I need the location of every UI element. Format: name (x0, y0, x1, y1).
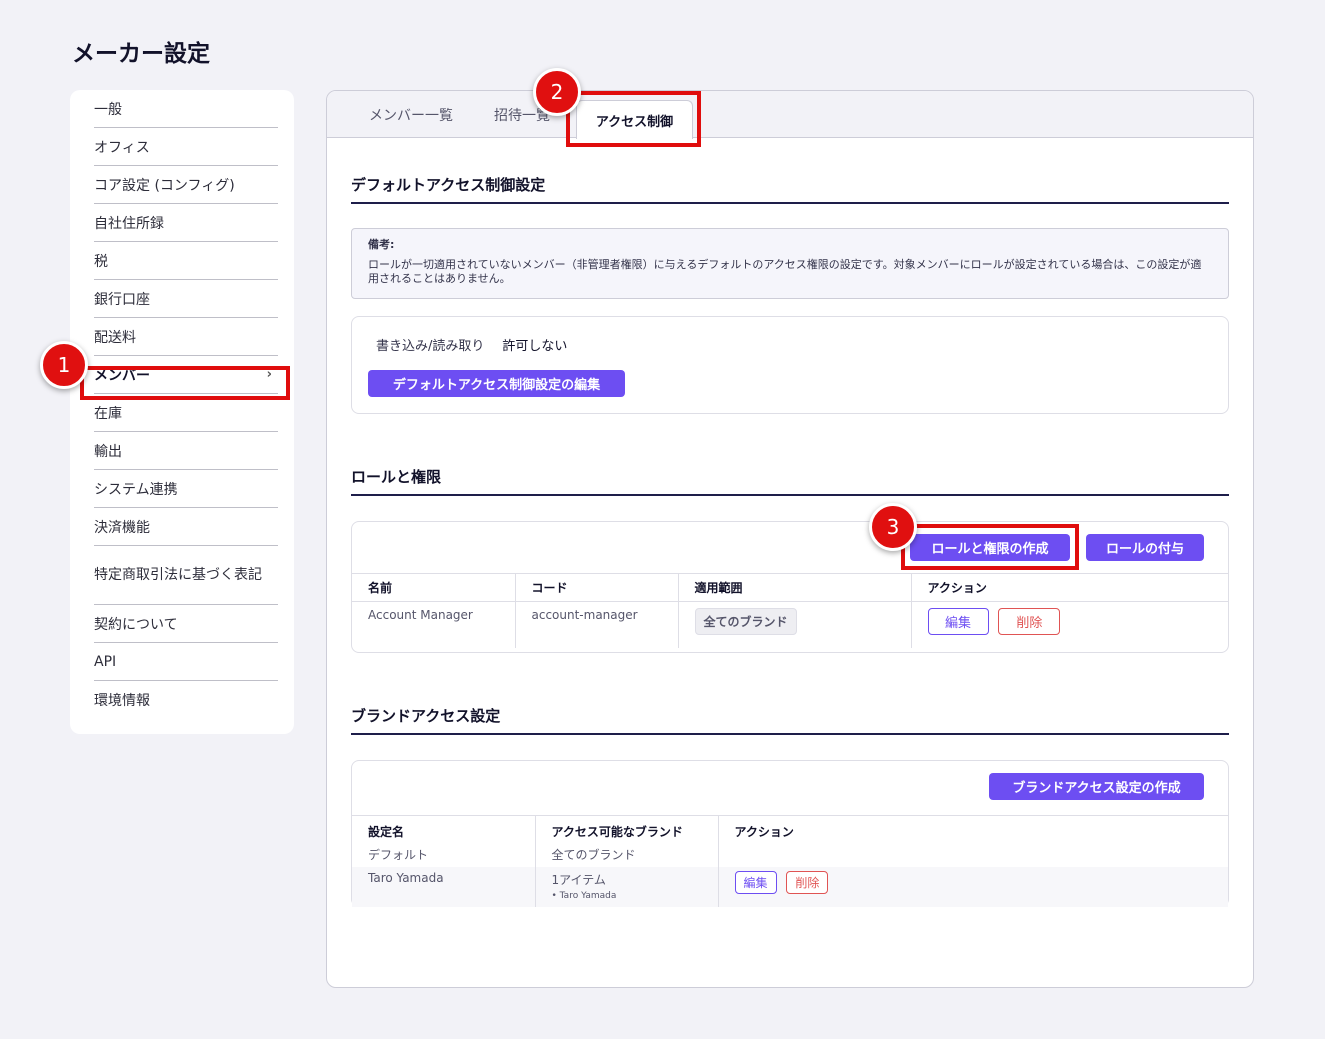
table-row: Taro Yamada 1アイテム • Taro Yamada 編集 削除 (352, 866, 1228, 907)
default-access-card: 書き込み/読み取り 許可しない デフォルトアクセス制御設定の編集 (351, 316, 1229, 414)
role-name: Account Manager (368, 608, 473, 622)
permission-label: 書き込み/読み取り (376, 339, 485, 354)
highlight-members (80, 366, 290, 400)
section-divider (351, 494, 1229, 496)
brand-setting-brands: 全てのブランド (534, 841, 718, 867)
brand-item: • Taro Yamada (551, 890, 617, 901)
step-badge-2: 2 (533, 68, 581, 116)
role-scope-cell: 全てのブランド (677, 601, 911, 648)
edit-default-access-button[interactable]: デフォルトアクセス制御設定の編集 (368, 370, 625, 397)
sidebar-item-label: 銀行口座 (94, 291, 150, 308)
sidebar-item-label: 在庫 (94, 405, 122, 422)
column-header-action: アクション (910, 573, 1228, 602)
roles-title: ロールと権限 (351, 468, 442, 486)
scope-chip: 全てのブランド (694, 608, 797, 635)
sidebar-item-label: API (94, 653, 117, 670)
sidebar-item-tax[interactable]: 税 (94, 242, 278, 280)
sidebar-item-payment[interactable]: 決済機能 (94, 508, 278, 546)
sidebar-item-label: 環境情報 (94, 693, 150, 709)
sidebar-item-label: 自社住所録 (94, 215, 164, 232)
roles-card: ロールと権限の作成 ロールの付与 名前 コード 適用範囲 アクション Accou… (351, 521, 1229, 653)
sidebar-item-api[interactable]: API (94, 643, 278, 681)
sidebar-item-label: 契約について (94, 616, 178, 633)
brand-access-table: 設定名 アクセス可能なブランド アクション デフォルト 全てのブランド Taro… (352, 815, 1228, 907)
sidebar-item-label: 配送料 (94, 329, 136, 346)
sidebar-item-office[interactable]: オフィス (94, 128, 278, 166)
sidebar-item-core-config[interactable]: コア設定 (コンフィグ) (94, 166, 278, 204)
sidebar-item-export[interactable]: 輸出 (94, 432, 278, 470)
brand-access-title: ブランドアクセス設定 (351, 707, 501, 725)
sidebar-item-label: オフィス (94, 139, 150, 156)
sidebar-item-integration[interactable]: システム連携 (94, 470, 278, 508)
edit-brand-access-button[interactable]: 編集 (734, 870, 777, 894)
sidebar-item-label: 特定商取引法に基づく表記 (94, 566, 262, 583)
sidebar-item-address-book[interactable]: 自社住所録 (94, 204, 278, 242)
delete-role-button[interactable]: 削除 (998, 608, 1061, 635)
brand-setting-brands: 1アイテム (551, 872, 606, 887)
column-header-name: 名前 (352, 573, 515, 602)
column-header-code: コード (514, 573, 678, 602)
sidebar-item-label: 決済機能 (94, 519, 150, 536)
step-badge-1: 1 (40, 341, 88, 389)
section-divider (351, 202, 1229, 204)
brand-setting-actions (717, 841, 1228, 867)
brand-setting-actions: 編集 削除 (717, 866, 1228, 907)
permission-row: 書き込み/読み取り 許可しない (376, 335, 567, 354)
column-header-setting-name: 設定名 (352, 815, 535, 842)
permission-value: 許可しない (502, 339, 568, 354)
brand-access-card: ブランドアクセス設定の作成 設定名 アクセス可能なブランド アクション デフォル… (351, 760, 1229, 907)
note-box: 備考: ロールが一切適用されていないメンバー（非管理者権限）に与えるデフォルトの… (351, 228, 1229, 299)
sidebar-item-bank-account[interactable]: 銀行口座 (94, 280, 278, 318)
main-panel: メンバー一覧 招待一覧 アクセス制御 デフォルトアクセス制御設定 備考: ロール… (326, 90, 1254, 988)
default-access-title: デフォルトアクセス制御設定 (351, 176, 546, 194)
page-title: メーカー設定 (72, 41, 210, 67)
sidebar-item-label: 輸出 (94, 443, 122, 460)
role-code: account-manager (514, 601, 678, 648)
column-header-action: アクション (717, 815, 1228, 842)
sidebar-item-commerce-law[interactable]: 特定商取引法に基づく表記 (94, 546, 278, 605)
step-badge-3: 3 (869, 503, 917, 551)
highlight-access-control-tab (566, 91, 701, 147)
note-title: 備考: (368, 238, 395, 251)
tab-bar: メンバー一覧 招待一覧 アクセス制御 (327, 91, 1253, 139)
table-row: デフォルト 全てのブランド (352, 841, 1228, 867)
sidebar-item-general[interactable]: 一般 (94, 90, 278, 128)
table-row: Account Manager account-manager 全てのブランド … (352, 601, 1228, 648)
sidebar-item-label: 一般 (94, 101, 122, 118)
note-text: ロールが一切適用されていないメンバー（非管理者権限）に与えるデフォルトのアクセス… (368, 258, 1202, 285)
column-header-brands: アクセス可能なブランド (534, 815, 718, 842)
brand-item-label: Taro Yamada (559, 890, 617, 901)
column-header-scope: 適用範囲 (677, 573, 911, 602)
sidebar-item-environment[interactable]: 環境情報 (94, 681, 278, 719)
create-brand-access-button[interactable]: ブランドアクセス設定の作成 (989, 773, 1204, 800)
delete-brand-access-button[interactable]: 削除 (786, 870, 829, 894)
sidebar-item-label: システム連携 (94, 481, 178, 498)
sidebar-item-shipping[interactable]: 配送料 (94, 318, 278, 356)
sidebar-item-contract[interactable]: 契約について (94, 605, 278, 643)
brand-setting-brands-cell: 1アイテム • Taro Yamada (534, 866, 718, 907)
sidebar-item-label: 税 (94, 253, 108, 270)
highlight-create-role (901, 524, 1079, 570)
role-actions-cell: 編集 削除 (910, 601, 1228, 648)
brand-setting-name: デフォルト (368, 847, 429, 862)
edit-role-button[interactable]: 編集 (927, 608, 989, 635)
brand-setting-name: Taro Yamada (352, 866, 535, 907)
settings-sidebar: 一般 オフィス コア設定 (コンフィグ) 自社住所録 税 銀行口座 配送料 メン… (70, 90, 294, 734)
assign-role-button[interactable]: ロールの付与 (1086, 534, 1204, 561)
section-divider (351, 733, 1229, 735)
sidebar-item-label: コア設定 (コンフィグ) (94, 177, 235, 194)
roles-table: 名前 コード 適用範囲 アクション Account Manager accoun… (352, 573, 1228, 648)
tab-member-list[interactable]: メンバー一覧 (369, 91, 453, 138)
